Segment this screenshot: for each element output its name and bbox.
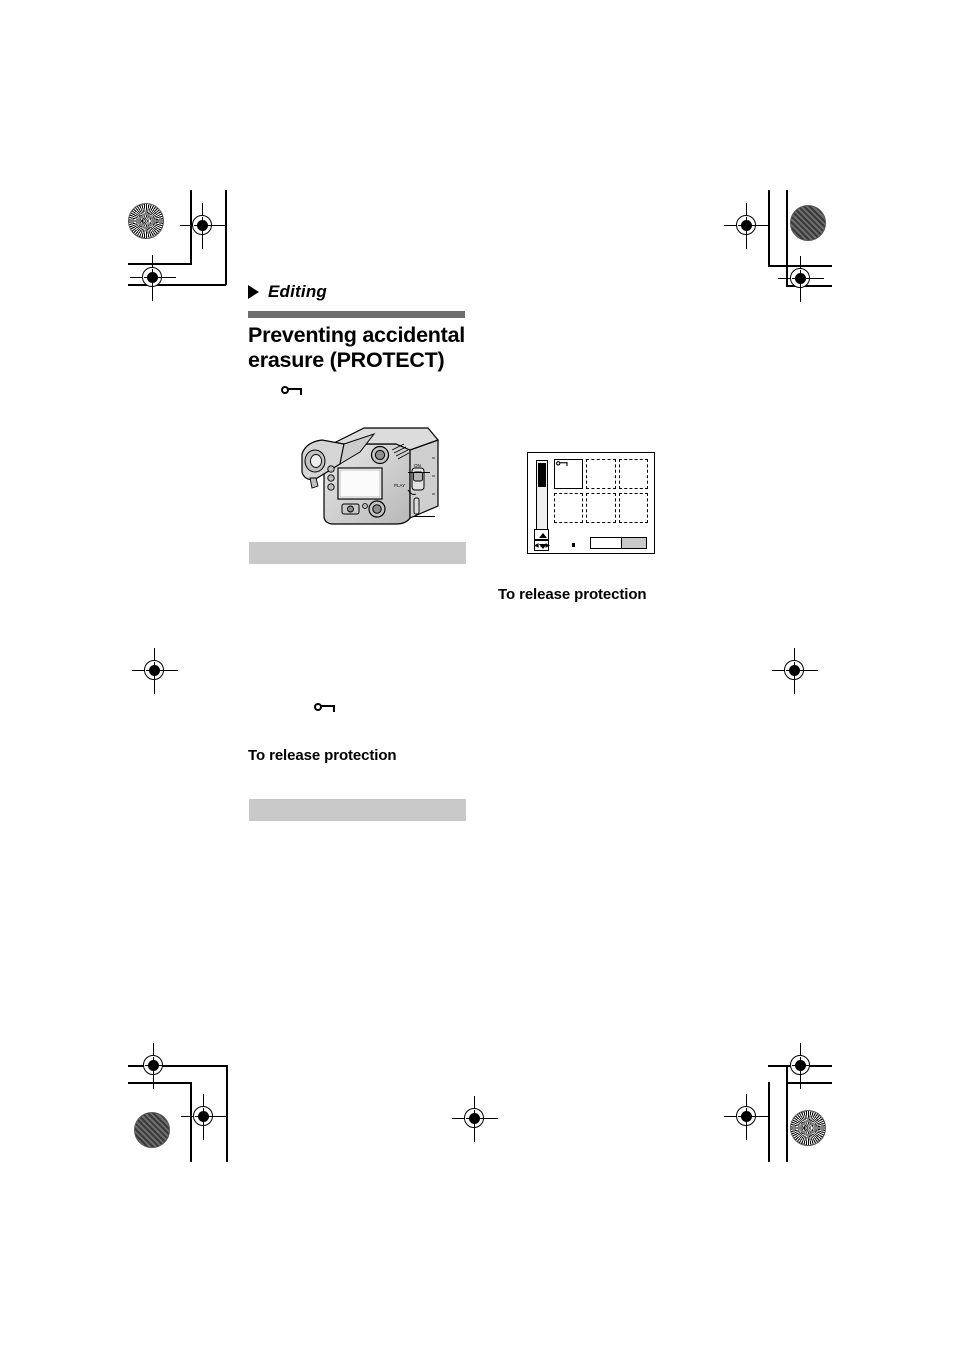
registration-target-icon [181, 1094, 227, 1140]
protect-icon-line [281, 383, 668, 401]
thumbnail-cell[interactable] [586, 493, 616, 523]
title-rule [248, 311, 465, 318]
halftone-dot-icon [128, 203, 164, 239]
registration-target-icon [132, 648, 178, 694]
svg-text:ON: ON [414, 463, 421, 468]
triangle-right-icon [248, 285, 259, 299]
section-label: Editing [268, 282, 327, 301]
camera-svg: ON PLAY [301, 427, 440, 525]
registration-target-icon [778, 256, 824, 302]
protect-icon-line-2 [314, 700, 336, 718]
section-header: Editing [248, 280, 668, 304]
halftone-dot-icon [790, 205, 826, 241]
thumbnail-cell[interactable] [618, 493, 648, 523]
key-icon [556, 460, 568, 467]
content-column: Editing Preventing accidental erasure (P… [248, 280, 668, 401]
thumbnail-cell[interactable] [586, 459, 616, 489]
callout-line-bottom [413, 516, 435, 518]
subheading-release-protection-left: To release protection [248, 747, 397, 764]
key-icon [281, 384, 303, 396]
arrow-up-icon[interactable] [534, 529, 549, 540]
lcd-index-screen: ◀▲▶ [527, 452, 655, 554]
lcd-menu-item-left[interactable] [591, 538, 621, 548]
registration-target-icon [130, 255, 176, 301]
manual-page: Editing Preventing accidental erasure (P… [0, 0, 954, 1351]
body-text-block-2 [249, 799, 466, 821]
registration-target-icon [180, 203, 226, 249]
halftone-dot-icon [134, 1112, 170, 1148]
registration-target-icon [772, 648, 818, 694]
lcd-menu-bar[interactable] [590, 537, 647, 549]
thumbnail-cell[interactable] [554, 493, 584, 523]
lcd-menu-item-right[interactable] [621, 538, 646, 548]
registration-target-icon [724, 1094, 770, 1140]
camera-rear-illustration: ON PLAY [288, 420, 468, 535]
scrollbar-thumb[interactable] [538, 463, 546, 487]
lcd-footer-marks: ◀▲▶ [534, 543, 551, 549]
registration-target-icon [452, 1096, 498, 1142]
registration-target-icon [778, 1043, 824, 1089]
vertical-scrollbar[interactable] [536, 460, 548, 540]
lcd-indicator-dot [572, 543, 575, 547]
callout-line-top [408, 472, 430, 474]
subheading-release-protection-right: To release protection [498, 586, 647, 603]
registration-target-icon [724, 203, 770, 249]
thumbnail-grid [554, 459, 648, 523]
svg-text:PLAY: PLAY [394, 483, 405, 488]
registration-target-icon [131, 1043, 177, 1089]
halftone-dot-icon [790, 1110, 826, 1146]
key-icon [314, 701, 336, 713]
thumbnail-cell[interactable] [618, 459, 648, 489]
body-text-block-1 [249, 542, 466, 564]
page-title: Preventing accidental erasure (PROTECT) [248, 323, 465, 372]
thumbnail-cell-selected[interactable] [554, 459, 584, 489]
